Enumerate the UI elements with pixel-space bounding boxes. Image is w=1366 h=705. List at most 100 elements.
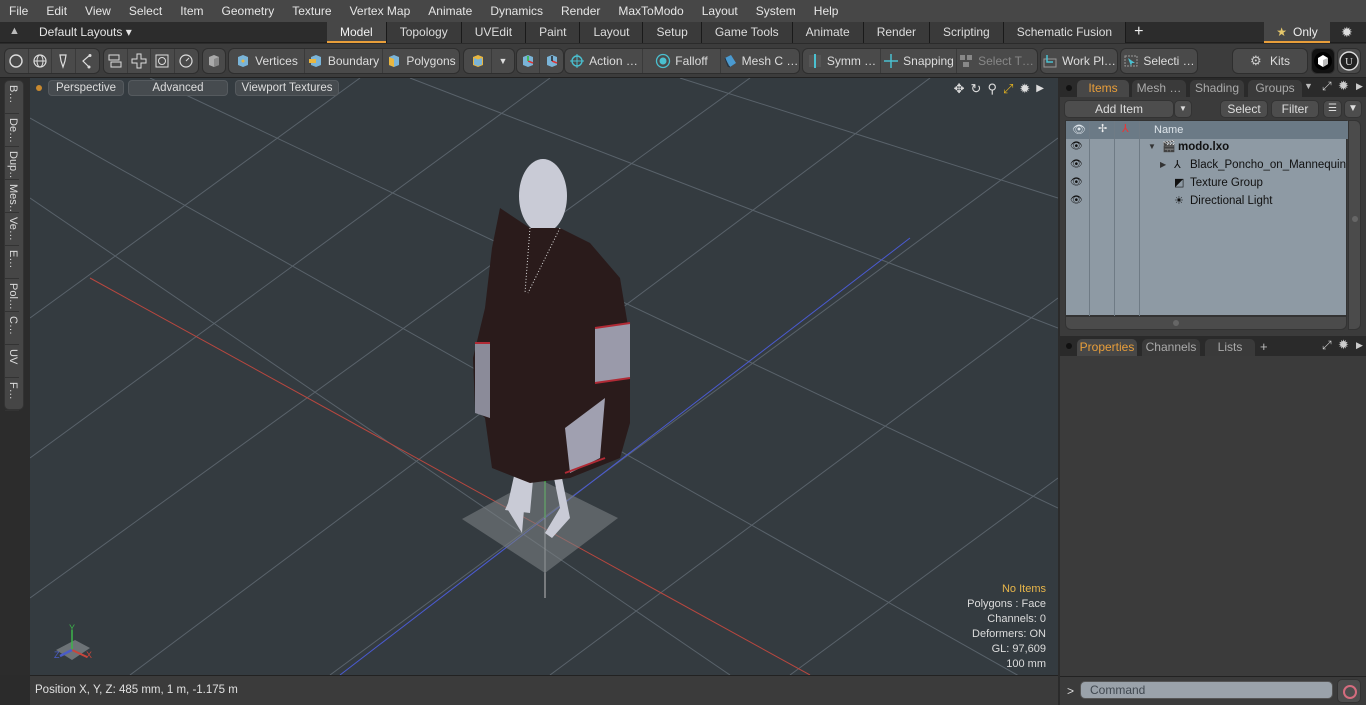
tab-properties[interactable]: Properties — [1077, 339, 1137, 356]
maximize-icon[interactable]: ⤢ — [1003, 81, 1013, 97]
tab-layout[interactable]: Layout — [580, 22, 644, 43]
menu-geometry[interactable]: Geometry — [213, 0, 284, 22]
visibility-eye-icon[interactable]: 👁 — [1070, 141, 1084, 155]
add-tab-button[interactable]: + — [1260, 339, 1268, 354]
dial-button[interactable] — [175, 49, 198, 73]
3d-viewport[interactable]: Y X Z Perspective Advanced Viewport Text… — [30, 78, 1058, 675]
tab-items[interactable]: Items — [1077, 80, 1129, 97]
palette-tab[interactable]: Mes… — [5, 180, 19, 213]
polygons-mode-button[interactable]: Polygons — [383, 49, 459, 73]
path-tool-button[interactable] — [76, 49, 99, 73]
menu-select[interactable]: Select — [120, 0, 171, 22]
command-input[interactable] — [1080, 681, 1333, 699]
tab-groups[interactable]: Groups — [1248, 80, 1302, 97]
menu-view[interactable]: View — [76, 0, 120, 22]
tab-channels[interactable]: Channels — [1142, 339, 1200, 356]
visibility-eye-icon[interactable]: 👁 — [1070, 159, 1084, 173]
panel-dot-icon[interactable] — [1066, 343, 1072, 349]
select-button[interactable]: Select — [1220, 100, 1268, 118]
tab-animate[interactable]: Animate — [792, 22, 864, 43]
palette-tab[interactable]: Ve… — [5, 213, 19, 246]
view-mode-dropdown[interactable]: Perspective — [48, 80, 124, 96]
name-column-header[interactable]: Name — [1154, 124, 1183, 136]
falloff-button[interactable]: Falloff — [643, 49, 721, 73]
vertices-mode-button[interactable]: Vertices — [229, 49, 305, 73]
tab-scripting[interactable]: Scripting — [930, 22, 1004, 43]
circle-select-button[interactable] — [5, 49, 29, 73]
only-toggle[interactable]: ★ Only — [1264, 22, 1330, 43]
gear-icon[interactable]: ✹ — [1341, 24, 1353, 41]
panel-maximize-icon[interactable]: ⤢ — [1322, 338, 1332, 353]
boundary-mode-button[interactable]: Boundary — [305, 49, 383, 73]
material-dropdown[interactable]: ▼ — [492, 49, 514, 73]
expand-arrow-icon[interactable]: ▶ — [1036, 81, 1044, 97]
pivot-world-button[interactable] — [540, 49, 563, 73]
menu-item[interactable]: Item — [171, 0, 212, 22]
symmetry-button[interactable]: Symm … — [803, 49, 881, 73]
snapping-button[interactable]: Snapping — [881, 49, 957, 73]
viewport-scene[interactable]: Y X Z — [30, 78, 1058, 675]
menu-animate[interactable]: Animate — [419, 0, 481, 22]
menu-edit[interactable]: Edit — [37, 0, 76, 22]
filter-funnel-button[interactable]: ▼ — [1344, 100, 1362, 118]
palette-tab[interactable]: De… — [5, 114, 19, 147]
pivot-center-button[interactable] — [517, 49, 540, 73]
zoom-icon[interactable]: ⚲ — [987, 81, 997, 97]
tab-setup[interactable]: Setup — [643, 22, 702, 43]
tab-uvedit[interactable]: UVEdit — [461, 22, 527, 43]
panel-maximize-icon[interactable]: ⤢ — [1322, 79, 1332, 94]
viewport-textures-dropdown[interactable]: Viewport Textures — [235, 80, 339, 96]
default-layouts-dropdown[interactable]: Default Layouts ▾ — [39, 25, 132, 39]
menu-vertex-map[interactable]: Vertex Map — [341, 0, 420, 22]
add-layout-tab-button[interactable]: + — [1126, 22, 1151, 43]
tree-row[interactable]: 👁 ☀ Directional Light — [1066, 193, 1348, 211]
tab-shading[interactable]: Shading — [1190, 80, 1244, 97]
palette-tab[interactable]: Pol… — [5, 279, 19, 312]
menu-maxtomodo[interactable]: MaxToModo — [609, 0, 692, 22]
menu-system[interactable]: System — [747, 0, 805, 22]
menu-texture[interactable]: Texture — [283, 0, 340, 22]
palette-tab[interactable]: C… — [5, 312, 19, 345]
collapse-arrow-icon[interactable]: ▼ — [1148, 142, 1156, 151]
align-button[interactable] — [104, 49, 128, 73]
tab-lists[interactable]: Lists — [1205, 339, 1255, 356]
tab-game-tools[interactable]: Game Tools — [701, 22, 793, 43]
menu-layout[interactable]: Layout — [693, 0, 747, 22]
add-item-button[interactable]: Add Item — [1064, 100, 1174, 118]
tab-mesh[interactable]: Mesh … — [1132, 80, 1186, 97]
material-mode-button[interactable] — [464, 49, 492, 73]
palette-tab[interactable]: E… — [5, 246, 19, 279]
tree-horizontal-scrollbar[interactable] — [1065, 316, 1347, 330]
tab-topology[interactable]: Topology — [386, 22, 462, 43]
action-center-button[interactable]: Action … — [565, 49, 643, 73]
pen-tool-button[interactable] — [52, 49, 76, 73]
modo-cube-button[interactable] — [1311, 48, 1335, 74]
pan-icon[interactable]: ✥ — [954, 81, 965, 97]
visibility-column-icon[interactable]: 👁 — [1072, 123, 1086, 136]
panel-arrow-icon[interactable]: ▶ — [1356, 81, 1363, 92]
item-mode-button[interactable] — [203, 49, 225, 73]
shading-mode-dropdown[interactable]: Advanced — [128, 80, 228, 96]
viewport-gear-icon[interactable]: ✹ — [1019, 81, 1030, 97]
visibility-eye-icon[interactable]: 👁 — [1070, 177, 1084, 191]
tab-render[interactable]: Render — [863, 22, 931, 43]
add-item-dropdown[interactable]: ▼ — [1174, 100, 1192, 118]
selection-sets-button[interactable]: Selecti … — [1121, 49, 1197, 73]
visibility-eye-icon[interactable]: 👁 — [1070, 195, 1084, 209]
lock-column-icon[interactable]: ✢ — [1098, 122, 1107, 135]
tab-paint[interactable]: Paint — [526, 22, 581, 43]
rotate-icon[interactable]: ↻ — [971, 81, 982, 97]
palette-tab[interactable]: UV — [5, 345, 19, 378]
tree-row[interactable]: 👁 ▶ ⅄ Black_Poncho_on_Mannequin — [1066, 157, 1348, 175]
square-circle-button[interactable] — [151, 49, 175, 73]
filter-button[interactable]: Filter — [1271, 100, 1319, 118]
cross-button[interactable] — [128, 49, 151, 73]
axis-column-icon[interactable]: ⅄ — [1122, 122, 1129, 135]
tab-schematic-fusion[interactable]: Schematic Fusion — [1003, 22, 1127, 43]
tabs-overflow-icon[interactable]: ▼ — [1304, 81, 1313, 91]
panel-gear-icon[interactable]: ✹ — [1338, 337, 1349, 353]
tab-model[interactable]: Model — [327, 22, 387, 43]
globe-select-button[interactable] — [29, 49, 52, 73]
tree-row[interactable]: 👁 ◩ Texture Group — [1066, 175, 1348, 193]
palette-tab[interactable]: B… — [5, 81, 19, 114]
